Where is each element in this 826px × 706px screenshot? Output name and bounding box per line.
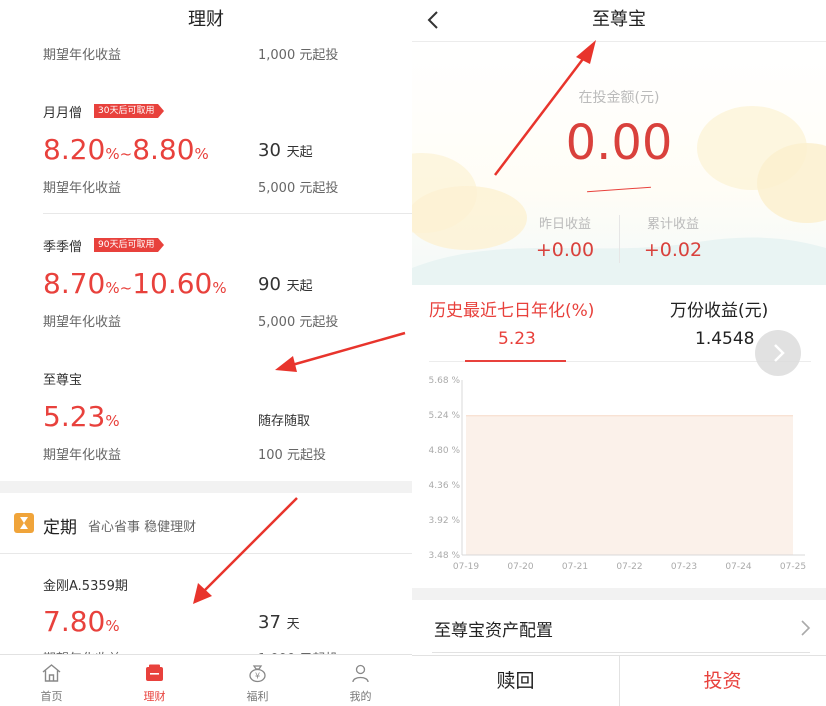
y-tick-label: 3.48 % xyxy=(429,551,461,561)
back-arrow-icon[interactable] xyxy=(422,8,446,32)
yesterday-income-label: 昨日收益 xyxy=(538,217,591,232)
yield-label: 期望年化收益 xyxy=(43,315,122,330)
y-tick-label: 4.80 % xyxy=(429,446,461,456)
y-tick-label: 5.24 % xyxy=(429,411,461,421)
tab-label: 理财 xyxy=(143,690,166,703)
svg-text:¥: ¥ xyxy=(255,672,260,681)
rate: 5.23% xyxy=(43,400,120,433)
withdraw-tag: 30天后可取用 xyxy=(94,104,165,118)
yield-label: 期望年化收益 xyxy=(43,48,122,63)
term: 30 天起 xyxy=(258,140,313,161)
hourglass-icon xyxy=(14,513,34,533)
tab-label: 历史最近七日年化(%) xyxy=(429,301,595,321)
rate: 7.80% xyxy=(43,605,120,638)
yield-label: 期望年化收益 xyxy=(43,181,122,196)
wallet-icon xyxy=(146,664,163,681)
total-income-label: 累计收益 xyxy=(646,217,699,232)
tab-welfare[interactable]: ¥ 福利 xyxy=(206,655,309,706)
product-name: 金刚A.5359期 xyxy=(43,579,128,594)
x-tick-label: 07-24 xyxy=(725,562,751,572)
product-name: 月月僧 xyxy=(43,106,83,121)
asset-allocation-label: 至尊宝资产配置 xyxy=(434,621,553,641)
tab-label: 我的 xyxy=(349,690,372,703)
rate-range: 8.20%~8.80% xyxy=(43,133,209,166)
bottom-tab-bar: 首页 理财 ¥ 福利 我的 xyxy=(0,654,412,706)
tab-label: 首页 xyxy=(40,690,63,703)
min-invest: 100 元起投 xyxy=(258,448,326,463)
min-invest: 5,000 元起投 xyxy=(258,315,339,330)
x-tick-label: 07-20 xyxy=(507,562,533,572)
x-tick-label: 07-21 xyxy=(562,562,588,572)
section-title: 定期 xyxy=(43,518,77,538)
divider xyxy=(0,553,412,554)
section-subtitle: 省心省事 稳健理财 xyxy=(88,520,197,535)
tab-value: 1.4548 xyxy=(695,329,755,349)
tab-label: 福利 xyxy=(246,690,269,703)
section-gap xyxy=(412,588,826,600)
withdraw-tag: 90天后可取用 xyxy=(94,238,165,252)
active-tab-indicator xyxy=(465,360,566,362)
section-gap xyxy=(0,481,412,493)
y-tick-label: 3.92 % xyxy=(429,516,461,526)
total-income-value: +0.02 xyxy=(643,239,703,261)
user-icon xyxy=(352,664,369,683)
invested-amount: 0.00 xyxy=(565,115,673,171)
tab-value: 5.23 xyxy=(498,329,536,349)
x-tick-label: 07-23 xyxy=(671,562,697,572)
yield-label: 期望年化收益 xyxy=(43,448,122,463)
page-title: 理财 xyxy=(188,9,224,30)
investment-summary: 在投金额(元) 0.00 昨日收益 +0.00 累计收益 +0.02 xyxy=(412,43,826,285)
series-area xyxy=(466,415,793,555)
x-tick-label: 07-19 xyxy=(453,562,479,572)
divider xyxy=(43,213,412,214)
min-invest: 1,000 元起投 xyxy=(258,48,339,63)
tab-mine[interactable]: 我的 xyxy=(309,655,412,706)
y-tick-label: 4.36 % xyxy=(429,481,461,491)
tab-home[interactable]: 首页 xyxy=(0,655,103,706)
y-tick-label: 5.68 % xyxy=(429,376,461,386)
money-bag-icon: ¥ xyxy=(249,665,266,683)
finance-list-screen: 理财 期望年化收益 1,000 元起投 月月僧 30天后可取用 8.20%~8.… xyxy=(0,0,412,706)
redeem-button[interactable]: 赎回 xyxy=(412,656,619,706)
rate-chart: 5.68 % 5.24 % 4.80 % 4.36 % 3.92 % 3.48 %07-1… xyxy=(429,376,807,572)
min-invest: 5,000 元起投 xyxy=(258,181,339,196)
x-tick-label: 07-25 xyxy=(780,562,806,572)
tab-finance[interactable]: 理财 xyxy=(103,655,206,706)
term: 随存随取 xyxy=(258,414,311,429)
product-name: 季季僧 xyxy=(43,240,83,255)
divider xyxy=(432,652,810,653)
action-bar: 赎回 投资 xyxy=(412,655,826,706)
rate-range: 8.70%~10.60% xyxy=(43,267,227,300)
term: 37 天 xyxy=(258,612,300,633)
page-title: 至尊宝 xyxy=(412,0,826,42)
home-icon xyxy=(42,664,61,682)
tab-label: 万份收益(元) xyxy=(670,301,769,321)
product-name: 至尊宝 xyxy=(43,373,83,388)
x-tick-label: 07-22 xyxy=(616,562,642,572)
invested-amount-label: 在投金额(元) xyxy=(578,90,660,106)
product-detail-screen: 至尊宝 在投金额(元) 0.00 昨日收益 +0.00 累计收益 +0.02 历… xyxy=(412,0,826,706)
invest-button[interactable]: 投资 xyxy=(619,656,826,706)
term: 90 天起 xyxy=(258,274,313,295)
yesterday-income-value: +0.00 xyxy=(535,239,595,261)
chevron-right-icon xyxy=(801,620,811,636)
